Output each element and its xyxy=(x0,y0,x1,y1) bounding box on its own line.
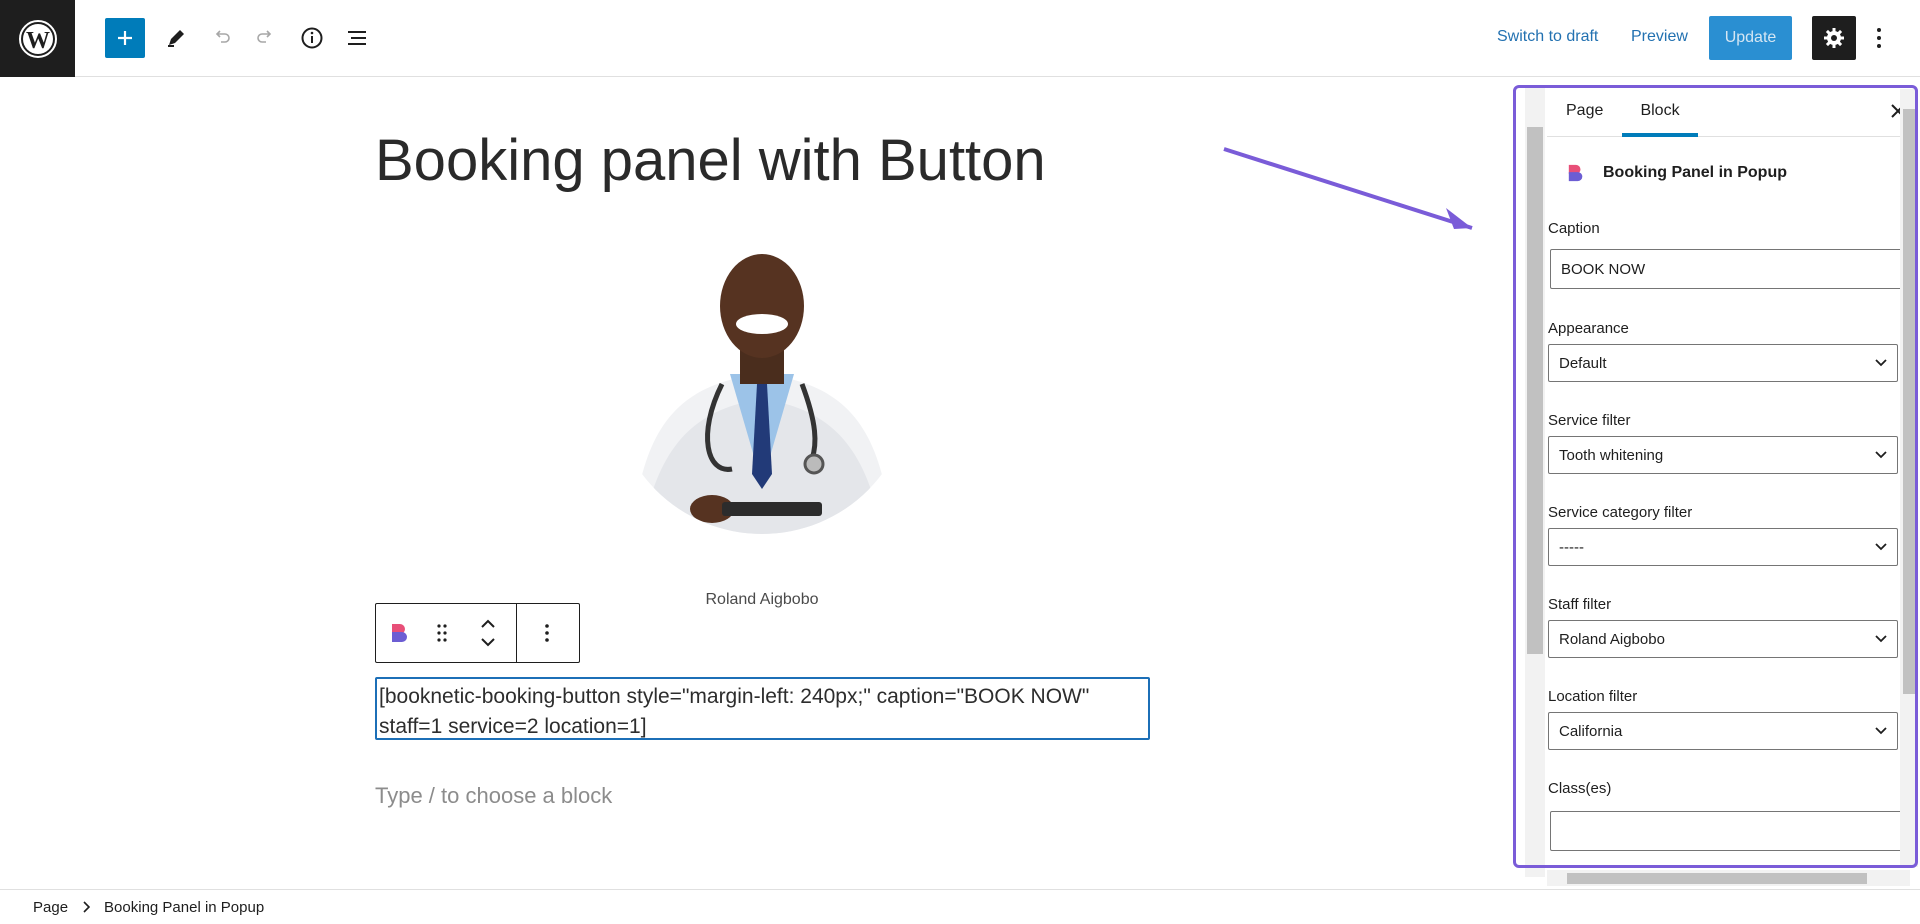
preview-button[interactable]: Preview xyxy=(1631,28,1688,46)
switch-to-draft-button[interactable]: Switch to draft xyxy=(1497,28,1598,46)
service-filter-value: Tooth whitening xyxy=(1559,446,1664,464)
wordpress-icon: W xyxy=(18,19,57,58)
right-scrollbar[interactable] xyxy=(1900,89,1918,867)
undo-icon xyxy=(215,30,230,43)
right-scrollbar-thumb[interactable] xyxy=(1903,109,1915,694)
caption-label: Caption xyxy=(1548,220,1600,237)
plus-icon xyxy=(118,31,132,45)
post-title[interactable]: Booking panel with Button xyxy=(375,127,1046,194)
tools-button[interactable] xyxy=(156,18,196,58)
editor-canvas: Booking panel with Button Roland Aigbobo xyxy=(0,77,1510,889)
image-caption[interactable]: Roland Aigbobo xyxy=(640,591,884,609)
tab-block[interactable]: Block xyxy=(1622,85,1698,137)
appearance-select[interactable]: Default xyxy=(1548,344,1898,382)
annotation-arrow xyxy=(1223,147,1473,230)
breadcrumb-block[interactable]: Booking Panel in Popup xyxy=(104,899,264,916)
update-button[interactable]: Update xyxy=(1709,16,1792,60)
sidebar-tabs: Page Block xyxy=(1547,85,1910,137)
chevron-down-icon xyxy=(1875,543,1887,551)
left-scrollbar[interactable] xyxy=(1525,85,1545,877)
move-controls xyxy=(460,604,516,662)
svg-text:W: W xyxy=(26,28,50,54)
classes-label: Class(es) xyxy=(1548,780,1612,797)
staff-filter-select[interactable]: Roland Aigbobo xyxy=(1548,620,1898,658)
annotation-highlight-box xyxy=(1513,85,1918,868)
staff-filter-label: Staff filter xyxy=(1548,596,1612,613)
options-button[interactable] xyxy=(1864,18,1894,58)
drag-handle-icon xyxy=(437,624,447,642)
left-scrollbar-thumb[interactable] xyxy=(1527,127,1543,654)
location-filter-value: California xyxy=(1559,722,1623,740)
tab-page[interactable]: Page xyxy=(1566,85,1603,137)
block-toolbar xyxy=(375,603,580,663)
more-vertical-icon xyxy=(545,624,549,642)
staff-filter-value: Roland Aigbobo xyxy=(1559,630,1665,648)
doctor-image[interactable] xyxy=(612,234,912,534)
gear-icon xyxy=(1824,28,1844,48)
caption-input[interactable]: BOOK NOW xyxy=(1550,249,1910,289)
redo-icon xyxy=(257,30,272,43)
chevron-down-icon xyxy=(1875,635,1887,643)
breadcrumb-page[interactable]: Page xyxy=(33,899,68,916)
chevron-up-icon[interactable] xyxy=(480,619,496,629)
block-type-button[interactable] xyxy=(376,604,424,662)
drag-handle[interactable] xyxy=(424,604,460,662)
block-card: Booking Panel in Popup xyxy=(1547,149,1907,197)
list-view-icon xyxy=(348,31,366,45)
appearance-value: Default xyxy=(1559,354,1607,372)
editor-header: W Switch to draft Preview Update xyxy=(0,0,1920,77)
chevron-down-icon xyxy=(1875,727,1887,735)
location-filter-select[interactable]: California xyxy=(1548,712,1898,750)
booknetic-logo-icon xyxy=(1568,164,1583,182)
service-filter-select[interactable]: Tooth whitening xyxy=(1548,436,1898,474)
appearance-label: Appearance xyxy=(1548,320,1629,337)
block-options-button[interactable] xyxy=(517,604,577,662)
more-vertical-icon xyxy=(1877,28,1881,48)
service-category-filter-value: ----- xyxy=(1559,538,1584,556)
doctor-illustration xyxy=(612,234,912,534)
booknetic-logo-icon xyxy=(392,624,407,642)
location-filter-label: Location filter xyxy=(1548,688,1638,705)
horizontal-scrollbar[interactable] xyxy=(1547,870,1910,886)
chevron-down-icon[interactable] xyxy=(480,637,496,647)
chevron-right-icon xyxy=(83,901,91,913)
chevron-down-icon xyxy=(1875,359,1887,367)
block-card-title: Booking Panel in Popup xyxy=(1603,164,1787,181)
service-filter-label: Service filter xyxy=(1548,412,1631,429)
info-icon xyxy=(301,27,323,49)
pencil-icon xyxy=(168,30,184,47)
settings-button[interactable] xyxy=(1812,16,1856,60)
horizontal-scrollbar-thumb[interactable] xyxy=(1567,873,1867,884)
shortcode-block[interactable]: [booknetic-booking-button style="margin-… xyxy=(375,677,1150,740)
classes-input[interactable] xyxy=(1550,811,1910,851)
list-view-button[interactable] xyxy=(337,18,377,58)
settings-sidebar: Page Block Booking Panel in Popup Captio… xyxy=(1510,77,1920,889)
add-block-button[interactable] xyxy=(105,18,145,58)
service-category-filter-select[interactable]: ----- xyxy=(1548,528,1898,566)
wordpress-logo-button[interactable]: W xyxy=(0,0,75,77)
redo-button[interactable] xyxy=(246,18,286,58)
service-category-filter-label: Service category filter xyxy=(1548,504,1693,521)
details-button[interactable] xyxy=(292,18,332,58)
breadcrumb: Page Booking Panel in Popup xyxy=(0,889,1920,924)
chevron-down-icon xyxy=(1875,451,1887,459)
undo-button[interactable] xyxy=(201,18,241,58)
block-appender-placeholder[interactable]: Type / to choose a block xyxy=(375,783,612,809)
